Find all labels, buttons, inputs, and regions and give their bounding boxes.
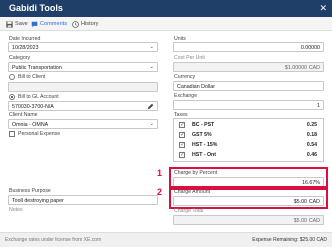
exchange-input[interactable]: 1 xyxy=(173,100,324,110)
client-name-value: Omnia - OMNA xyxy=(12,121,49,128)
tax-name: BC - PST xyxy=(192,122,215,128)
business-purpose-input[interactable]: Tooll destroying paper xyxy=(8,195,158,205)
tax-name: GST 5% xyxy=(192,132,212,138)
comments-tab[interactable]: Comments xyxy=(31,20,67,28)
comments-label: Comments xyxy=(40,21,68,27)
charge-total-currency: CAD xyxy=(308,217,320,224)
footer: Exchange rates under license from XE.com… xyxy=(0,232,332,247)
tax-checkbox[interactable] xyxy=(179,121,185,128)
tax-checkbox[interactable] xyxy=(179,141,185,148)
business-purpose-value: Tooll destroying paper xyxy=(12,197,64,204)
toolbar: Save Comments History xyxy=(0,17,332,31)
tax-row[interactable]: BC - PST 0.25 xyxy=(174,120,323,130)
tax-amount: 0.18 xyxy=(306,132,317,138)
history-label: History xyxy=(81,21,99,27)
charge-total-field: $5.00 CAD xyxy=(173,215,324,225)
charge-total-label: Charge Total xyxy=(174,208,204,214)
category-value: Public Transportation xyxy=(12,64,62,71)
business-purpose-label: Business Purpose xyxy=(9,188,51,194)
client-name-label: Client Name xyxy=(9,112,38,118)
date-incurred-value: 10/28/2023 xyxy=(12,44,39,51)
save-button[interactable]: Save xyxy=(6,20,28,28)
bill-to-gl-radio[interactable] xyxy=(9,94,15,100)
tax-amount: 0.54 xyxy=(306,142,317,148)
cost-per-unit-field: $1.00000 CAD xyxy=(173,62,324,72)
bill-to-client-radio[interactable] xyxy=(9,74,15,80)
chevron-down-icon: ⌄ xyxy=(149,121,154,127)
highlight-box-2 xyxy=(169,186,328,209)
gl-account-field[interactable]: 570030-3700-N/A xyxy=(8,101,158,111)
save-label: Save xyxy=(15,21,28,27)
tax-checkbox[interactable] xyxy=(179,151,185,158)
history-tab[interactable]: History xyxy=(72,20,98,28)
chevron-down-icon: ⌄ xyxy=(149,64,154,70)
notes-label: Notes xyxy=(9,207,23,213)
client-name-select[interactable]: Omnia - OMNA ⌄ xyxy=(8,119,158,129)
title-bar: Gabidi Tools ✕ xyxy=(0,0,332,17)
exchange-value: 1 xyxy=(317,102,320,109)
units-input[interactable]: 0.00000 xyxy=(173,42,324,52)
category-label: Category xyxy=(9,55,31,61)
clock-icon xyxy=(72,20,79,28)
app-title: Gabidi Tools xyxy=(9,3,63,13)
save-icon xyxy=(6,20,13,28)
category-select[interactable]: Public Transportation ⌄ xyxy=(8,62,158,72)
taxes-list: BC - PST 0.25 GST 5% 0.18 HST - 15% 0.54… xyxy=(173,118,324,162)
cost-per-unit-currency: CAD xyxy=(308,64,320,71)
tax-row[interactable]: HST - Ont 0.46 xyxy=(174,150,323,160)
expense-remaining: Expense Remaining: $25.00 CAD xyxy=(252,237,327,243)
bill-to-gl-label: Bill to GL Account xyxy=(18,94,59,100)
comment-icon xyxy=(31,21,38,27)
personal-expense-checkbox[interactable] xyxy=(9,131,15,137)
annotation-marker-1: 1 xyxy=(157,168,163,178)
currency-value: Canadian Dollar xyxy=(177,83,215,90)
exchange-attribution: Exchange rates under license from XE.com xyxy=(5,237,102,243)
gl-account-value: 570030-3700-N/A xyxy=(12,103,54,110)
tax-name: HST - Ont xyxy=(192,152,216,158)
currency-label: Currency xyxy=(174,74,196,80)
client-lookup-field xyxy=(8,82,158,92)
cost-per-unit-value: $1.00000 xyxy=(284,64,307,71)
cost-per-unit-label: Cost Per Unit xyxy=(174,55,205,61)
chevron-down-icon: ⌄ xyxy=(149,44,154,50)
pencil-icon[interactable] xyxy=(147,103,154,110)
annotation-marker-2: 2 xyxy=(157,187,163,197)
tax-row[interactable]: HST - 15% 0.54 xyxy=(174,140,323,150)
tax-checkbox[interactable] xyxy=(179,131,185,138)
tax-amount: 0.46 xyxy=(306,152,317,158)
bill-to-client-label: Bill to Client xyxy=(18,74,46,80)
units-value: 0.00000 xyxy=(300,44,320,51)
charge-total-value: $5.00 xyxy=(293,217,307,224)
tax-row[interactable]: GST 5% 0.18 xyxy=(174,130,323,140)
tax-amount: 0.25 xyxy=(306,122,317,128)
close-icon[interactable]: ✕ xyxy=(319,3,327,13)
exchange-label: Exchange xyxy=(174,93,198,99)
personal-expense-label: Personal Expense xyxy=(18,131,61,137)
currency-select[interactable]: Canadian Dollar xyxy=(173,81,324,91)
tax-name: HST - 15% xyxy=(192,142,218,148)
date-incurred-field[interactable]: 10/28/2023 ⌄ xyxy=(8,42,158,52)
